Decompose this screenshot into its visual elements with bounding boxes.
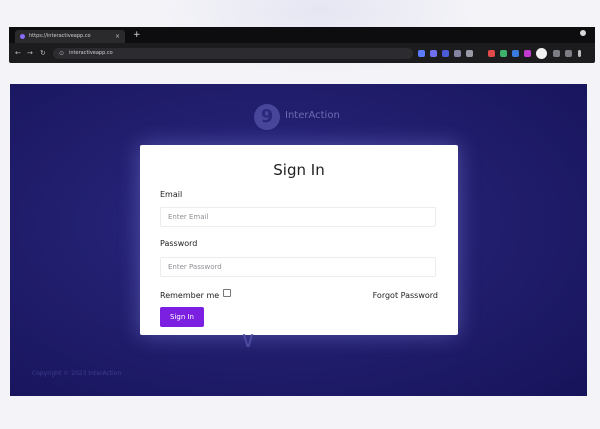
app-viewport: 9 InterAction Sign In Email Password Rem… [10, 84, 587, 396]
back-arrow-icon[interactable]: ← [15, 47, 21, 59]
profile-icon[interactable] [580, 30, 586, 36]
extension-icon[interactable] [524, 50, 531, 57]
site-info-icon[interactable]: ⊙ [59, 50, 64, 57]
browser-window-bar: https://interactiveapp.co × + ← → ↻ ⊙ in… [9, 27, 595, 63]
logo-icon: 9 [254, 104, 280, 130]
tab-title: https://interactiveapp.co [29, 33, 91, 39]
footer-copyright: Copyright © 2023 InterAction [32, 370, 122, 377]
favicon-icon [20, 34, 25, 39]
email-field[interactable] [160, 207, 436, 227]
extension-icon[interactable] [418, 50, 425, 57]
account-avatar-icon[interactable] [536, 48, 547, 59]
remember-me: Remember me [160, 289, 231, 300]
browser-menu-icon[interactable] [578, 50, 581, 57]
extension-icon[interactable] [553, 50, 560, 57]
password-label: Password [160, 239, 198, 248]
extension-icon[interactable] [430, 50, 437, 57]
email-label: Email [160, 190, 183, 199]
address-bar[interactable]: ⊙ interactiveapp.co [53, 48, 413, 59]
new-tab-button[interactable]: + [133, 28, 141, 42]
forward-arrow-icon[interactable]: → [27, 47, 33, 59]
close-tab-icon[interactable]: × [115, 30, 120, 43]
browser-tab[interactable]: https://interactiveapp.co × [15, 30, 125, 43]
browser-toolbar: ← → ↻ ⊙ interactiveapp.co [9, 43, 595, 63]
brand-name: InterAction [285, 110, 340, 121]
remember-me-checkbox[interactable] [222, 289, 231, 297]
reload-icon[interactable]: ↻ [40, 47, 46, 59]
extension-icon[interactable] [500, 50, 507, 57]
password-field[interactable] [160, 257, 436, 277]
remember-me-label: Remember me [160, 291, 220, 300]
extension-icon[interactable] [565, 50, 572, 57]
signin-button[interactable]: Sign In [160, 307, 204, 327]
extension-icon[interactable] [512, 50, 519, 57]
extension-icon[interactable] [442, 50, 449, 57]
extension-icon[interactable] [454, 50, 461, 57]
address-bar-url: interactiveapp.co [69, 50, 113, 56]
chevron-down-icon: ∨ [240, 328, 257, 353]
extension-icon[interactable] [466, 50, 473, 57]
signin-card: Sign In Email Password Remember me Forgo… [140, 145, 458, 335]
extension-icon[interactable] [488, 50, 495, 57]
forgot-password-link[interactable]: Forgot Password [373, 291, 438, 300]
signin-title: Sign In [273, 161, 325, 179]
tab-strip: https://interactiveapp.co × + [9, 27, 595, 43]
